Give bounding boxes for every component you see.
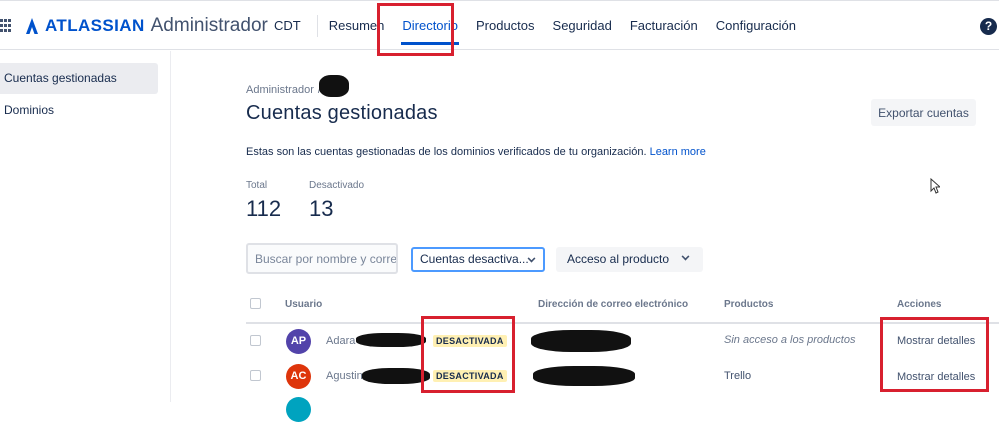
nav-divider xyxy=(316,15,318,37)
nav-seguridad[interactable]: Seguridad xyxy=(544,1,621,51)
page-description: Estas son las cuentas gestionadas de los… xyxy=(246,146,706,158)
column-header-user[interactable]: Usuario xyxy=(285,299,322,310)
sidebar: Cuentas gestionadas Dominios xyxy=(0,51,171,402)
product-access-filter[interactable]: Acceso al producto xyxy=(556,247,703,272)
user-name[interactable]: Agustin xyxy=(326,370,363,382)
status-filter-select[interactable]: Cuentas desactiva... xyxy=(411,247,545,272)
column-header-email[interactable]: Dirección de correo electrónico xyxy=(538,299,688,310)
redacted-user-name xyxy=(362,368,430,384)
status-filter-value: Cuentas desactiva... xyxy=(420,252,529,266)
redacted-email xyxy=(533,366,635,386)
products-cell: Sin acceso a los productos xyxy=(724,334,856,346)
column-header-products: Productos xyxy=(724,299,774,310)
top-navigation-bar: ATLASSIAN Administrador CDT Resumen Dire… xyxy=(0,0,999,50)
nav-productos[interactable]: Productos xyxy=(467,1,544,51)
product-name: Administrador xyxy=(150,15,268,36)
products-cell: Trello xyxy=(724,370,752,382)
app-switcher-icon[interactable] xyxy=(0,19,12,33)
highlight-directorio xyxy=(377,3,454,56)
page-title: Cuentas gestionadas xyxy=(246,102,438,124)
redacted-org-name xyxy=(318,75,349,97)
total-label: Total xyxy=(246,180,268,191)
chevron-down-icon xyxy=(681,252,690,261)
column-header-actions: Acciones xyxy=(897,299,942,310)
select-all-checkbox[interactable] xyxy=(250,298,261,309)
atlassian-logo[interactable]: ATLASSIAN Administrador xyxy=(25,15,268,37)
highlight-status-badges xyxy=(421,316,515,393)
highlight-actions xyxy=(880,317,989,392)
user-name[interactable]: Adara xyxy=(326,335,355,347)
product-filter-label: Acceso al producto xyxy=(567,252,670,266)
nav-facturacion[interactable]: Facturación xyxy=(621,1,707,51)
breadcrumb-administrador[interactable]: Administrador xyxy=(246,84,314,96)
row-checkbox[interactable] xyxy=(250,335,261,346)
avatar: AC xyxy=(286,364,311,389)
nav-configuracion[interactable]: Configuración xyxy=(707,1,805,51)
row-checkbox[interactable] xyxy=(250,370,261,381)
search-input[interactable] xyxy=(246,243,398,274)
avatar: AP xyxy=(286,329,311,354)
sidebar-item-dominios[interactable]: Dominios xyxy=(0,95,158,126)
deactivated-label: Desactivado xyxy=(309,180,365,191)
main-nav: CDT Resumen Directorio Productos Segurid… xyxy=(265,1,805,51)
help-icon[interactable]: ? xyxy=(980,18,997,35)
redacted-user-name xyxy=(356,333,426,347)
nav-org-cdt[interactable]: CDT xyxy=(265,1,315,51)
deactivated-value: 13 xyxy=(309,196,334,221)
total-value: 112 xyxy=(246,196,282,221)
avatar xyxy=(286,397,311,422)
mouse-cursor-icon xyxy=(930,178,940,194)
atlassian-mark-icon xyxy=(26,18,38,34)
description-text: Estas son las cuentas gestionadas de los… xyxy=(246,146,647,158)
redacted-email xyxy=(531,330,631,352)
learn-more-link[interactable]: Learn more xyxy=(650,146,706,158)
sidebar-item-cuentas-gestionadas[interactable]: Cuentas gestionadas xyxy=(0,63,158,94)
brand-name: ATLASSIAN xyxy=(45,16,145,35)
breadcrumb: Administrador / xyxy=(246,75,349,97)
export-accounts-button[interactable]: Exportar cuentas xyxy=(871,99,976,126)
